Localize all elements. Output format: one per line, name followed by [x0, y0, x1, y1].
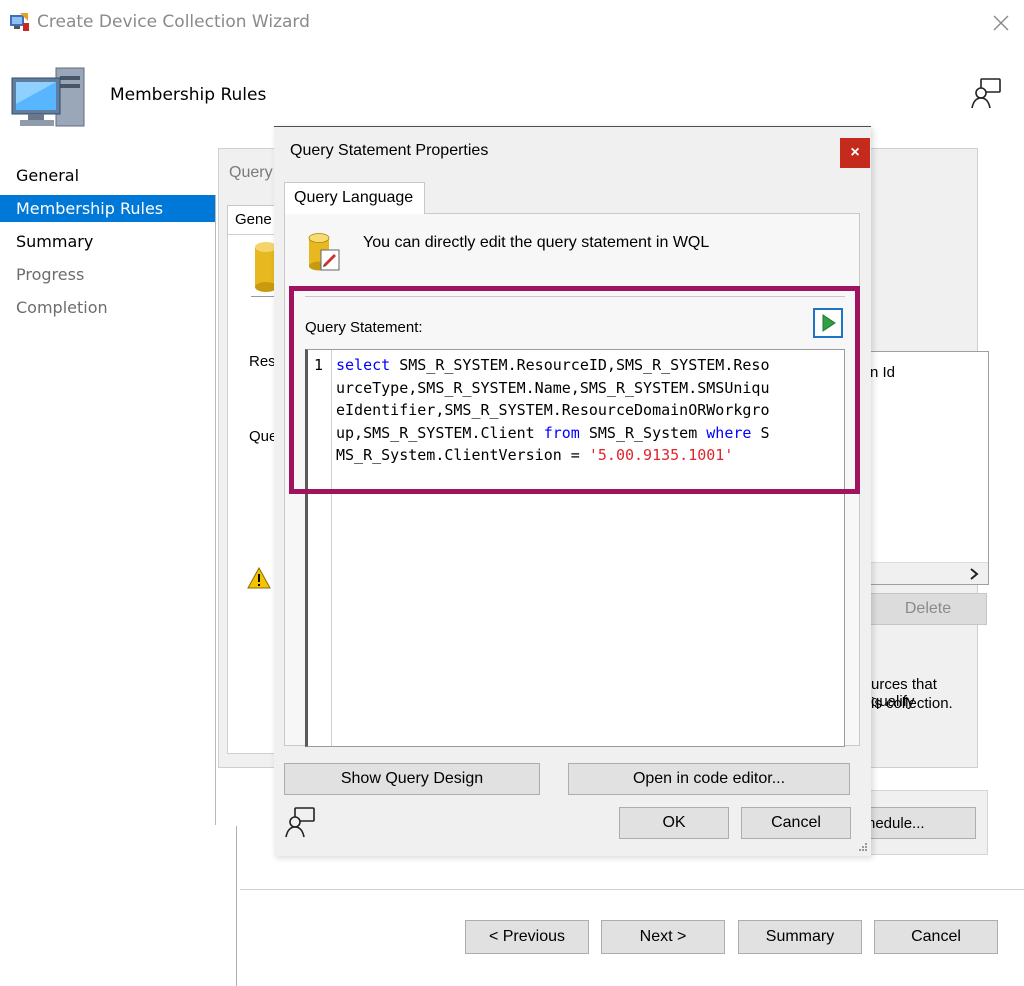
- footer-separator: [240, 889, 1024, 890]
- background-column-header: n Id: [870, 364, 896, 381]
- page-heading: Membership Rules: [110, 85, 267, 105]
- wizard-nav: General Membership Rules Summary Progres…: [0, 162, 216, 332]
- wizard-title: Create Device Collection Wizard: [37, 12, 310, 32]
- background-hscrollbar[interactable]: [870, 562, 988, 584]
- highlight-annotation-box: [289, 286, 860, 494]
- ok-button[interactable]: OK: [619, 807, 729, 839]
- background-delete-button[interactable]: Delete: [869, 593, 987, 625]
- warning-icon: [247, 566, 271, 589]
- content-divider: [215, 195, 216, 825]
- nav-item-progress: Progress: [16, 265, 85, 284]
- wizard-cancel-button[interactable]: Cancel: [874, 920, 998, 954]
- dialog-help-user-icon[interactable]: [284, 805, 316, 839]
- footer-left-rule: [236, 826, 237, 986]
- open-code-editor-button[interactable]: Open in code editor...: [568, 763, 850, 795]
- background-tab-general-label: Gene: [235, 211, 272, 228]
- scroll-right-icon[interactable]: [968, 567, 980, 581]
- dialog-info-text: You can directly edit the query statemen…: [363, 234, 710, 251]
- background-label-res: Res: [249, 353, 276, 370]
- nav-item-membership-rules[interactable]: Membership Rules: [0, 195, 216, 222]
- nav-item-general[interactable]: General: [0, 162, 216, 189]
- close-icon: ×: [850, 144, 860, 161]
- computer-icon: [10, 64, 86, 134]
- dialog-close-button[interactable]: ×: [840, 138, 870, 168]
- wizard-close-icon[interactable]: [992, 14, 1010, 32]
- previous-button[interactable]: < Previous: [465, 920, 589, 954]
- wizard-app-icon: [8, 11, 30, 33]
- tab-query-language-label: Query Language: [294, 189, 414, 206]
- background-schedule-button[interactable]: hedule...: [856, 807, 976, 839]
- dialog-title: Query Statement Properties: [290, 142, 489, 159]
- tab-query-language[interactable]: Query Language: [284, 182, 425, 214]
- database-edit-icon: [307, 232, 341, 272]
- background-info-line2: is collection.: [871, 695, 953, 712]
- help-user-icon[interactable]: [970, 76, 1002, 110]
- nav-item-summary[interactable]: Summary: [0, 228, 216, 255]
- resize-grip-icon[interactable]: [858, 839, 868, 851]
- next-button[interactable]: Next >: [601, 920, 725, 954]
- summary-button[interactable]: Summary: [738, 920, 862, 954]
- nav-item-completion: Completion: [16, 298, 108, 317]
- background-rules-list[interactable]: n Id: [869, 351, 989, 585]
- show-query-design-button[interactable]: Show Query Design: [284, 763, 540, 795]
- wizard-title-bar: Create Device Collection Wizard: [0, 0, 1024, 46]
- dialog-cancel-button[interactable]: Cancel: [741, 807, 851, 839]
- background-dialog-title: Query: [229, 164, 273, 181]
